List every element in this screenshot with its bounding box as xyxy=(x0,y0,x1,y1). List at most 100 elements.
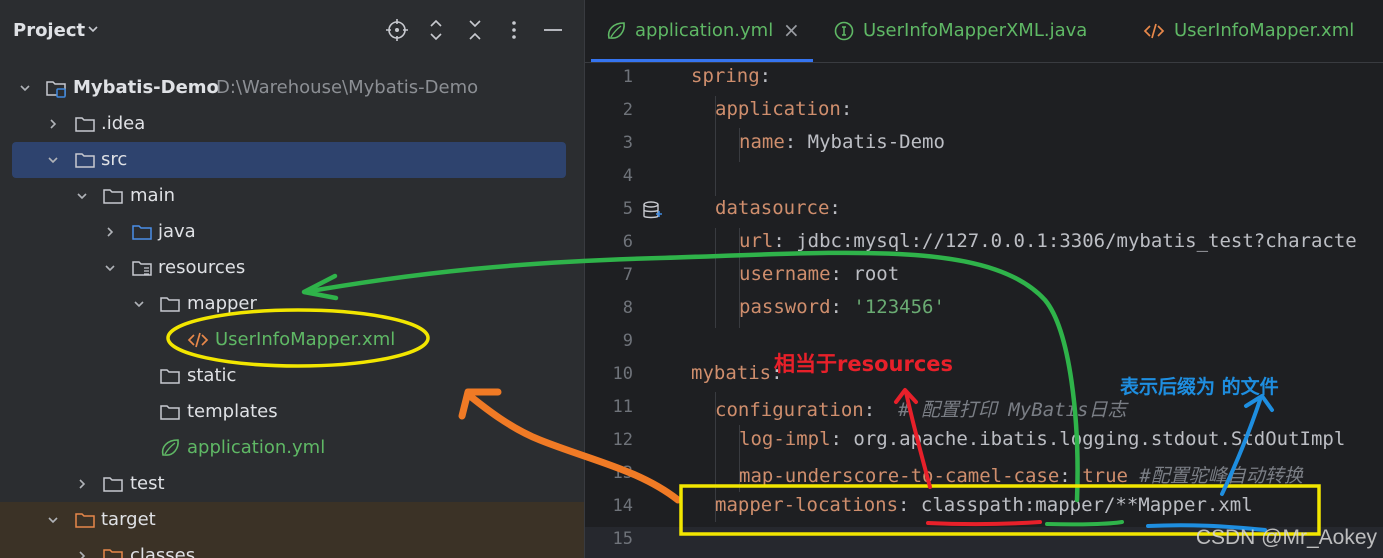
line-number: 10 xyxy=(612,364,633,384)
code-line[interactable]: spring: xyxy=(691,65,771,87)
module-path: D:\Warehouse\Mybatis-Demo xyxy=(216,77,479,98)
code-line[interactable]: datasource: xyxy=(715,197,841,219)
yaml-separator: : xyxy=(830,296,854,318)
hide-icon[interactable] xyxy=(541,18,565,42)
chevron-down-icon[interactable] xyxy=(46,153,60,167)
tree-item-test[interactable]: test xyxy=(0,466,584,502)
chevron-right-icon[interactable] xyxy=(75,477,89,491)
tree-item-label: main xyxy=(130,185,175,206)
expand-all-icon[interactable] xyxy=(424,18,448,42)
chevron-down-icon[interactable] xyxy=(103,261,117,275)
tree-item-label: classes xyxy=(130,545,196,558)
code-line[interactable]: name: Mybatis-Demo xyxy=(739,131,945,153)
yaml-value: org.apache.ibatis.logging.stdout.StdOutI… xyxy=(853,428,1346,450)
code-line[interactable]: mapper-locations: classpath:mapper/**Map… xyxy=(715,494,1253,516)
chevron-right-icon[interactable] xyxy=(103,225,117,239)
locate-icon[interactable] xyxy=(385,18,409,42)
chevron-down-icon[interactable] xyxy=(18,81,32,95)
tree-item-resources[interactable]: resources xyxy=(0,250,584,286)
tree-item-label: Mybatis-Demo xyxy=(73,77,219,98)
spring-config-icon xyxy=(607,22,625,39)
tree-item-label: UserInfoMapper.xml xyxy=(215,329,396,350)
editor: application.yml × UserInfoMapperXML.java… xyxy=(585,0,1383,558)
tree-item-application-yml[interactable]: application.yml xyxy=(0,430,584,466)
yaml-separator: : xyxy=(830,428,854,450)
chevron-right-icon[interactable] xyxy=(75,549,89,558)
tab-userinfomapper-xml[interactable]: UserInfoMapper.xml xyxy=(1137,0,1383,62)
tree-item-label: src xyxy=(101,149,128,170)
line-number: 11 xyxy=(612,397,633,417)
code-line[interactable]: configuration: # 配置打印 MyBatis日志 xyxy=(715,395,1126,422)
code-line[interactable]: application: xyxy=(715,98,852,120)
tree-item-label: resources xyxy=(158,257,246,278)
line-number: 2 xyxy=(622,100,633,120)
yaml-key: log-impl xyxy=(739,428,831,450)
chevron-down-icon[interactable] xyxy=(75,189,89,203)
tree-item-label: target xyxy=(101,509,156,530)
chevron-right-icon[interactable] xyxy=(46,117,60,131)
yaml-value: '123456' xyxy=(853,296,945,318)
yaml-key: password xyxy=(739,296,831,318)
more-options-icon[interactable] xyxy=(502,18,526,42)
tree-item-mapper[interactable]: mapper xyxy=(0,286,584,322)
editor-tabs: application.yml × UserInfoMapperXML.java… xyxy=(585,0,1383,63)
tree-item-java[interactable]: java xyxy=(0,214,584,250)
yaml-separator: : xyxy=(830,263,854,285)
code-line[interactable]: log-impl: org.apache.ibatis.logging.stdo… xyxy=(739,428,1345,450)
yaml-key: spring xyxy=(691,65,760,87)
code-line[interactable]: username: root xyxy=(739,263,899,285)
folder-icon xyxy=(160,405,180,420)
tree-item-target[interactable]: target xyxy=(0,502,584,538)
tab-userinfomapperxml-java[interactable]: UserInfoMapperXML.java xyxy=(825,0,1115,62)
yaml-value: classpath:mapper/**Mapper.xml xyxy=(920,494,1253,516)
excluded-folder-icon xyxy=(75,513,95,528)
tree-item-templates[interactable]: templates xyxy=(0,394,584,430)
tree-item-userinfomapper-xml[interactable]: UserInfoMapper.xml xyxy=(0,322,584,358)
tab-label: UserInfoMapperXML.java xyxy=(863,20,1088,41)
chevron-down-icon[interactable] xyxy=(132,297,146,311)
tree-item-src[interactable]: src xyxy=(0,142,584,178)
code-line[interactable]: mybatis: xyxy=(691,362,783,384)
yaml-separator: : xyxy=(759,65,772,87)
folder-icon xyxy=(160,297,180,312)
resources-folder-icon xyxy=(132,261,152,276)
line-number: 3 xyxy=(622,133,633,153)
tree-item-static[interactable]: static xyxy=(0,358,584,394)
database-icon[interactable] xyxy=(641,200,663,222)
yaml-key: datasource xyxy=(715,197,830,219)
xml-file-icon xyxy=(1143,23,1165,39)
folder-icon xyxy=(103,189,123,204)
chevron-down-icon[interactable] xyxy=(46,513,60,527)
yaml-separator: : xyxy=(898,494,921,516)
line-number: 6 xyxy=(622,232,633,252)
project-panel-title[interactable]: Project xyxy=(13,20,85,41)
tab-application-yml[interactable]: application.yml × xyxy=(585,0,817,62)
yaml-comment: #配置驼峰自动转换 xyxy=(1139,465,1303,487)
folder-icon xyxy=(103,477,123,492)
red-annotation-text: 相当于resources xyxy=(774,352,954,376)
code-line[interactable]: url: jdbc:mysql://127.0.0.1:3306/mybatis… xyxy=(739,230,1357,252)
tree-item-main[interactable]: main xyxy=(0,178,584,214)
close-icon[interactable]: × xyxy=(783,18,800,42)
yaml-key: url xyxy=(739,230,774,252)
tab-label: UserInfoMapper.xml xyxy=(1174,20,1355,41)
collapse-all-icon[interactable] xyxy=(463,18,487,42)
chevron-down-icon[interactable] xyxy=(86,22,100,36)
code-line[interactable]: password: '123456' xyxy=(739,296,945,318)
tree-item-label: static xyxy=(187,365,237,386)
xml-file-icon xyxy=(187,332,209,348)
yaml-key: name xyxy=(739,131,785,153)
yaml-separator: : xyxy=(773,230,797,252)
tree-item-idea[interactable]: .idea xyxy=(0,106,584,142)
code-line[interactable]: map-underscore-to-camel-case: true #配置驼峰… xyxy=(739,461,1303,488)
line-number: 12 xyxy=(612,430,633,450)
tree-item-label: application.yml xyxy=(187,437,326,458)
yaml-separator: : xyxy=(1059,465,1083,487)
yaml-separator: : xyxy=(863,399,887,421)
tree-item-classes[interactable]: classes xyxy=(0,538,584,558)
tree-item-mybatis-demo[interactable]: Mybatis-Demo D:\Warehouse\Mybatis-Demo xyxy=(0,70,584,106)
yaml-value: root xyxy=(853,263,900,285)
line-number: 15 xyxy=(612,529,633,549)
folder-icon xyxy=(75,153,95,168)
tab-label: application.yml xyxy=(635,20,774,41)
